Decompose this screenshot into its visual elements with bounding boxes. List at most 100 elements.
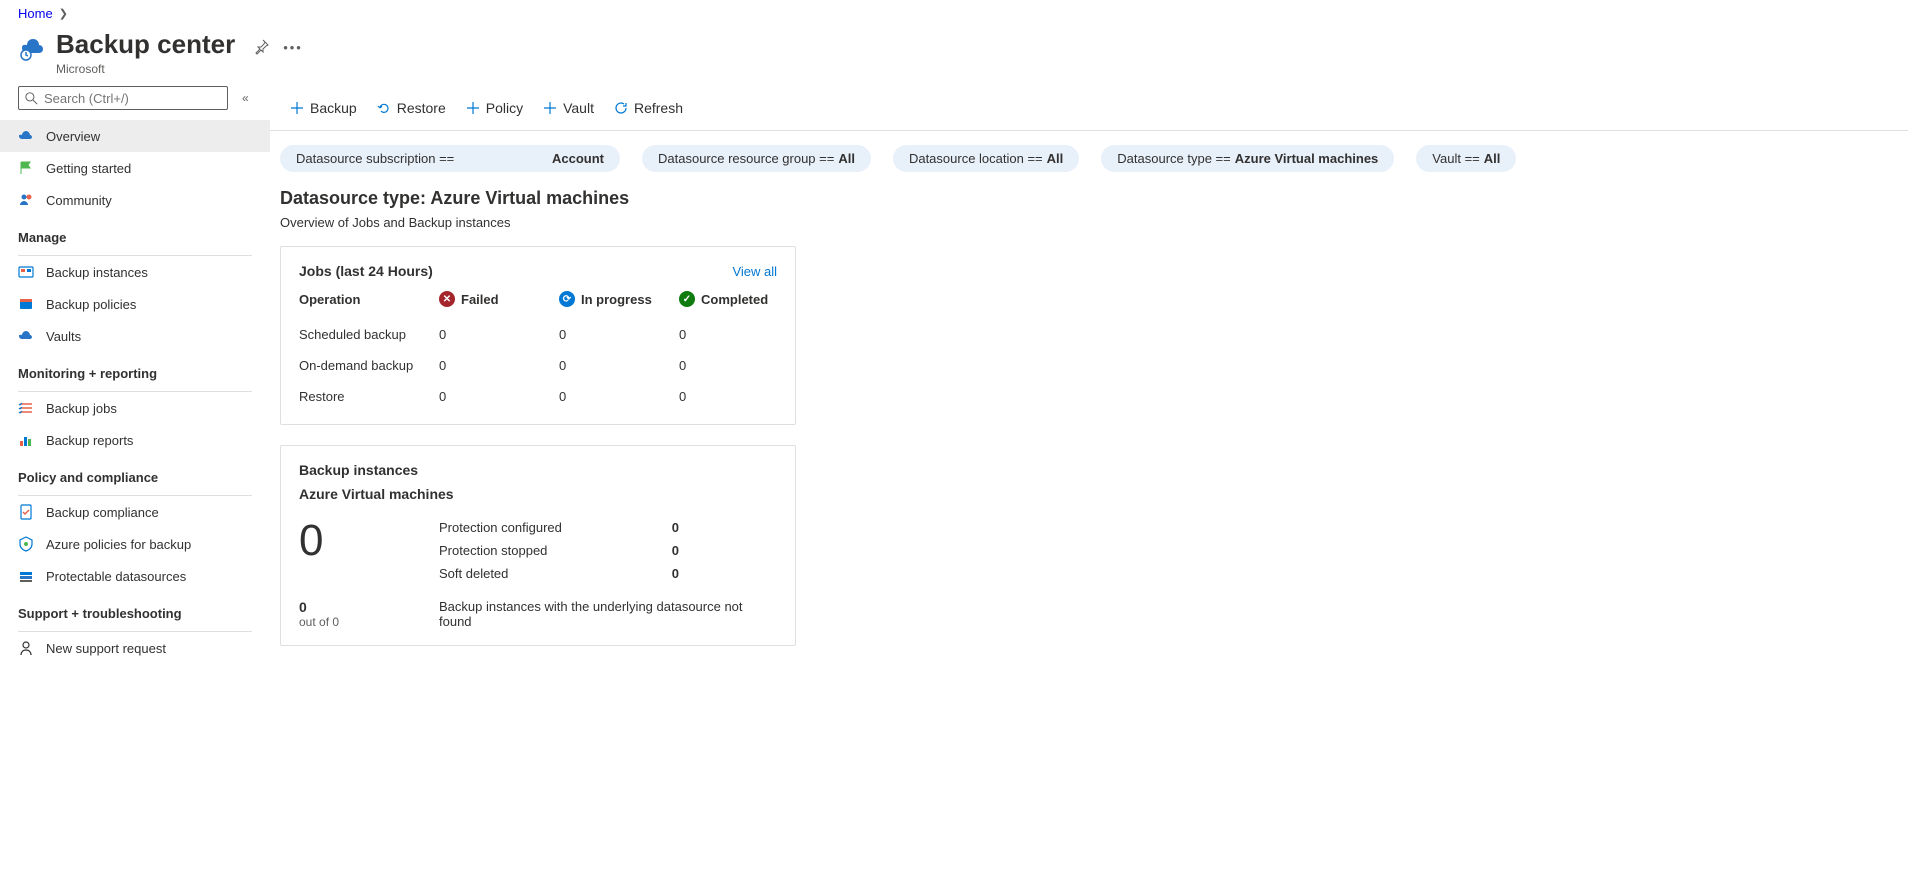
cell: 0 (439, 354, 559, 377)
sidebar-item-backup-compliance[interactable]: Backup compliance (0, 496, 270, 528)
not-found-description: Backup instances with the underlying dat… (439, 599, 777, 629)
plus-icon (543, 101, 557, 115)
overview-icon (18, 128, 34, 144)
filter-value: Account (552, 151, 604, 166)
sidebar-item-label: Backup policies (46, 297, 136, 312)
toolbar-label: Vault (563, 100, 594, 116)
search-icon (25, 92, 38, 105)
cell: 0 (679, 354, 779, 377)
breadcrumb: Home ❯ (0, 0, 1908, 21)
sidebar-item-community[interactable]: Community (0, 184, 270, 216)
sidebar-item-label: Azure policies for backup (46, 537, 191, 552)
sidebar-item-overview[interactable]: Overview (0, 120, 270, 152)
filter-type[interactable]: Datasource type == Azure Virtual machine… (1101, 145, 1394, 172)
more-icon[interactable]: ••• (283, 40, 303, 55)
sidebar-item-label: Backup jobs (46, 401, 117, 416)
sidebar-item-protectable-datasources[interactable]: Protectable datasources (0, 560, 270, 592)
page-subtitle: Microsoft (56, 62, 235, 76)
policies-icon (18, 296, 34, 312)
cell: 0 (439, 385, 559, 408)
jobs-icon (18, 400, 34, 416)
backup-instances-card: Backup instances Azure Virtual machines … (280, 445, 796, 646)
cell: 0 (559, 323, 679, 346)
not-found-count: 0 (299, 599, 439, 615)
filter-location[interactable]: Datasource location == All (893, 145, 1079, 172)
toolbar-label: Policy (486, 100, 523, 116)
filter-label: Datasource subscription == (296, 151, 454, 166)
col-failed: ✕ Failed (439, 291, 559, 315)
toolbar-restore-button[interactable]: Restore (367, 94, 456, 122)
completed-icon: ✓ (679, 291, 695, 307)
stat-value: 0 (639, 520, 679, 535)
toolbar: Backup Restore Policy Vault Refresh (270, 86, 1908, 131)
cell: 0 (679, 323, 779, 346)
in-progress-icon: ⟳ (559, 291, 575, 307)
filter-label: Vault == (1432, 151, 1479, 166)
breadcrumb-home-link[interactable]: Home (18, 6, 53, 21)
toolbar-policy-button[interactable]: Policy (456, 94, 533, 122)
row-label: On-demand backup (299, 354, 439, 377)
chevron-right-icon: ❯ (59, 7, 68, 20)
datasource-subtitle: Overview of Jobs and Backup instances (280, 215, 1898, 230)
sidebar-section-monitoring: Monitoring + reporting (0, 352, 270, 387)
page-title: Backup center (56, 29, 235, 60)
col-operation: Operation (299, 292, 439, 315)
filter-resource-group[interactable]: Datasource resource group == All (642, 145, 871, 172)
sidebar-item-label: Getting started (46, 161, 131, 176)
compliance-icon (18, 504, 34, 520)
vault-icon (18, 328, 34, 344)
jobs-table: Operation ✕ Failed ⟳ In progress ✓ Compl… (299, 291, 777, 408)
sidebar-item-azure-policies[interactable]: Azure policies for backup (0, 528, 270, 560)
filter-label: Datasource type == (1117, 151, 1230, 166)
search-box[interactable] (18, 86, 228, 110)
view-all-link[interactable]: View all (732, 264, 777, 279)
jobs-card: Jobs (last 24 Hours) View all Operation … (280, 246, 796, 425)
sidebar-item-label: Community (46, 193, 112, 208)
failed-icon: ✕ (439, 291, 455, 307)
filter-value: All (1047, 151, 1064, 166)
restore-icon (377, 101, 391, 115)
sidebar-item-backup-jobs[interactable]: Backup jobs (0, 392, 270, 424)
toolbar-backup-button[interactable]: Backup (280, 94, 367, 122)
toolbar-vault-button[interactable]: Vault (533, 94, 604, 122)
filter-vault[interactable]: Vault == All (1416, 145, 1516, 172)
stat-label: Protection configured (439, 520, 639, 535)
stat-value: 0 (639, 566, 679, 581)
card-subtitle: Azure Virtual machines (299, 486, 777, 502)
sidebar-item-backup-instances[interactable]: Backup instances (0, 256, 270, 288)
filter-subscription[interactable]: Datasource subscription == Account (280, 145, 620, 172)
sidebar-item-backup-policies[interactable]: Backup policies (0, 288, 270, 320)
toolbar-refresh-button[interactable]: Refresh (604, 94, 693, 122)
refresh-icon (614, 101, 628, 115)
card-title: Backup instances (299, 462, 777, 478)
sidebar: « Overview Getting started Community Man… (0, 86, 270, 686)
sidebar-item-backup-reports[interactable]: Backup reports (0, 424, 270, 456)
total-instances: 0 (299, 516, 439, 566)
sidebar-item-label: Overview (46, 129, 100, 144)
filter-label: Datasource resource group == (658, 151, 834, 166)
sidebar-item-label: New support request (46, 641, 166, 656)
collapse-sidebar-icon[interactable]: « (242, 91, 249, 105)
col-label: Completed (701, 292, 768, 307)
col-in-progress: ⟳ In progress (559, 291, 679, 315)
datasource-title: Datasource type: Azure Virtual machines (280, 188, 1898, 209)
sidebar-item-vaults[interactable]: Vaults (0, 320, 270, 352)
sidebar-item-label: Vaults (46, 329, 81, 344)
cell: 0 (679, 385, 779, 408)
cell: 0 (559, 354, 679, 377)
toolbar-label: Restore (397, 100, 446, 116)
support-icon (18, 640, 34, 656)
sidebar-section-support: Support + troubleshooting (0, 592, 270, 627)
sidebar-item-getting-started[interactable]: Getting started (0, 152, 270, 184)
sidebar-item-new-support[interactable]: New support request (0, 632, 270, 664)
row-label: Restore (299, 385, 439, 408)
community-icon (18, 192, 34, 208)
toolbar-label: Backup (310, 100, 357, 116)
azure-policy-icon (18, 536, 34, 552)
stat-label: Protection stopped (439, 543, 639, 558)
col-label: In progress (581, 292, 652, 307)
search-input[interactable] (44, 91, 221, 106)
sidebar-item-label: Protectable datasources (46, 569, 186, 584)
cell: 0 (439, 323, 559, 346)
pin-icon[interactable] (253, 39, 269, 55)
